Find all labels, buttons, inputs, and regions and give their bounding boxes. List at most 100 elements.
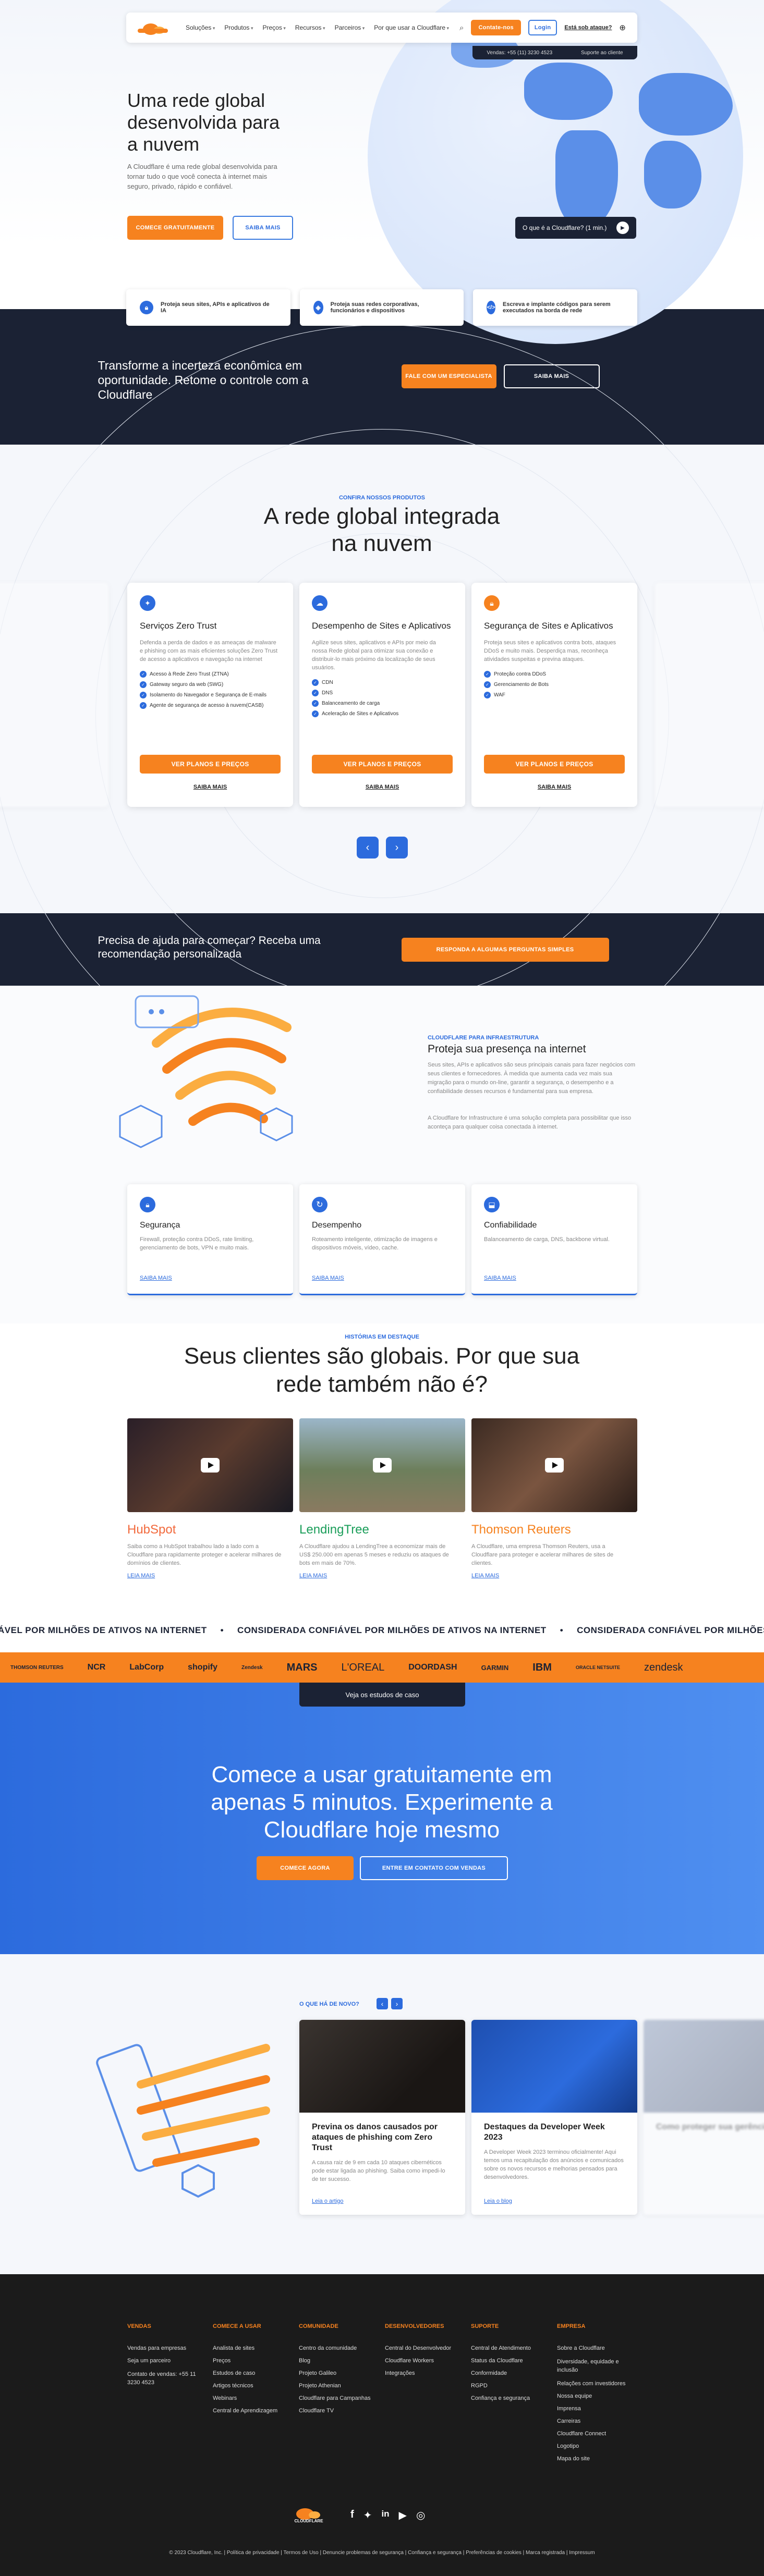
customer-read-more[interactable]: LEIA MAIS xyxy=(471,1573,499,1579)
footer-link[interactable]: Carreiras xyxy=(557,2418,635,2424)
login-button[interactable]: Login xyxy=(528,20,557,35)
footer-link[interactable]: Imprensa xyxy=(557,2406,635,2412)
footer-link[interactable]: Conformidade xyxy=(471,2370,549,2376)
feature-card[interactable]: ◈ Proteja suas redes corporativas, funcio… xyxy=(299,289,464,326)
footer-link[interactable]: Central do Desenvolvedor xyxy=(385,2345,463,2351)
news-desc: A causa raiz de 9 em cada 10 ataques cib… xyxy=(312,2160,445,2182)
nav-item-solutions[interactable]: Soluções xyxy=(186,24,215,31)
video-pill[interactable]: O que é a Cloudflare? (1 min.) ▶ xyxy=(515,217,636,239)
plans-pricing-button[interactable]: VER PLANOS E PREÇOS xyxy=(140,755,281,774)
support-link[interactable]: Suporte ao cliente xyxy=(581,50,623,56)
marquee-dot: • xyxy=(560,1625,564,1635)
footer-link[interactable]: Vendas para empresas xyxy=(127,2345,205,2351)
carousel-next-button[interactable]: › xyxy=(386,837,408,858)
case-studies-button[interactable]: Veja os estudos de caso xyxy=(299,1683,465,1707)
globe-language-icon[interactable]: ⊕ xyxy=(619,23,626,32)
footer-link[interactable]: Confiança e segurança xyxy=(471,2395,549,2401)
footer-logo[interactable]: CLOUDFLARE xyxy=(288,2507,330,2523)
footer-link[interactable]: Cloudflare TV xyxy=(299,2408,377,2414)
nav-item-partners[interactable]: Parceiros xyxy=(335,24,365,31)
footer-link[interactable]: Diversidade, equidade e inclusão xyxy=(557,2358,635,2374)
plans-pricing-button[interactable]: VER PLANOS E PREÇOS xyxy=(484,755,625,774)
contact-sales-button[interactable]: ENTRE EM CONTATO COM VENDAS xyxy=(360,1856,508,1880)
news-link[interactable]: Leia o blog xyxy=(484,2198,512,2204)
customer-read-more[interactable]: LEIA MAIS xyxy=(299,1573,327,1579)
footer-link[interactable]: Projeto Galileo xyxy=(299,2370,377,2376)
footer-col-title: VENDAS xyxy=(127,2323,151,2329)
customers-section: HISTÓRIAS EM DESTAQUE Seus clientes são … xyxy=(0,1323,764,1609)
infra-card-desc: Roteamento inteligente, otimização de im… xyxy=(312,1236,438,1251)
video-hubspot[interactable] xyxy=(127,1418,293,1512)
news-desc: A Developer Week 2023 terminou oficialme… xyxy=(484,2149,624,2180)
youtube-icon[interactable]: ▶ xyxy=(399,2509,407,2522)
footer-link[interactable]: Sobre a Cloudflare xyxy=(557,2345,635,2351)
marquee-text: CONSIDERADA CONFIÁVEL POR MILHÕES DE ATI… xyxy=(577,1625,764,1635)
footer-link[interactable]: Preços xyxy=(213,2358,291,2364)
video-thomson-reuters[interactable] xyxy=(471,1418,637,1512)
footer-link[interactable]: Seja um parceiro xyxy=(127,2358,205,2364)
infra-card-title: Confiabilidade xyxy=(484,1221,537,1230)
footer-link[interactable]: Relações com investidores xyxy=(557,2381,635,2387)
footer-link[interactable]: Integrações xyxy=(385,2370,463,2376)
nav-item-pricing[interactable]: Preços xyxy=(262,24,285,31)
news-link[interactable]: Leia o artigo xyxy=(312,2198,344,2204)
answer-questions-button[interactable]: RESPONDA A ALGUMAS PERGUNTAS SIMPLES xyxy=(401,938,609,962)
linkedin-icon[interactable]: in xyxy=(381,2509,389,2522)
footer-link[interactable]: Mapa do site xyxy=(557,2456,635,2462)
feature-card[interactable]: 🔒︎ Proteja seus sites, APIs e aplicativos… xyxy=(126,289,290,326)
customer-read-more[interactable]: LEIA MAIS xyxy=(127,1573,155,1579)
footer-link[interactable]: Webinars xyxy=(213,2395,291,2401)
footer-link[interactable]: Projeto Athenian xyxy=(299,2383,377,2389)
footer-link[interactable]: Status da Cloudflare xyxy=(471,2358,549,2364)
learn-more-link[interactable]: SAIBA MAIS xyxy=(299,784,465,790)
under-attack-link[interactable]: Está sob ataque? xyxy=(564,24,612,31)
footer-link[interactable]: Cloudflare Connect xyxy=(557,2431,635,2437)
feature-card[interactable]: </> Escreva e implante códigos para serem… xyxy=(473,289,638,326)
footer-link[interactable]: Central de Aprendizagem xyxy=(213,2408,291,2414)
news-prev-button[interactable]: ‹ xyxy=(377,1998,388,2009)
start-free-button[interactable]: COMECE GRATUITAMENTE xyxy=(127,216,223,240)
facebook-icon[interactable]: f xyxy=(350,2509,354,2522)
video-lendingtree[interactable] xyxy=(299,1418,465,1512)
footer-link[interactable]: Cloudflare para Campanhas xyxy=(299,2395,377,2401)
nav-item-why[interactable]: Por que usar a Cloudflare xyxy=(374,24,449,31)
footer-link[interactable]: Nossa equipe xyxy=(557,2393,635,2399)
play-icon xyxy=(545,1458,564,1473)
infra-card-link[interactable]: SAIBA MAIS xyxy=(140,1275,172,1281)
footer-link[interactable]: Logotipo xyxy=(557,2443,635,2449)
contact-button[interactable]: Contate-nos xyxy=(471,20,521,35)
customers-title: Seus clientes são globais. Por que sua r… xyxy=(184,1343,580,1397)
sales-phone[interactable]: Vendas: +55 (11) 3230 4523 xyxy=(487,50,552,56)
plans-pricing-button[interactable]: VER PLANOS E PREÇOS xyxy=(312,755,453,774)
infra-card-link[interactable]: SAIBA MAIS xyxy=(484,1275,516,1281)
product-feature: Aceleração de Sites e Aplicativos xyxy=(312,710,453,717)
footer-link[interactable]: Estudos de caso xyxy=(213,2370,291,2376)
nav-item-resources[interactable]: Recursos xyxy=(295,24,325,31)
nav-item-products[interactable]: Produtos xyxy=(224,24,253,31)
infra-card-link[interactable]: SAIBA MAIS xyxy=(312,1275,344,1281)
shield-icon: ◈ xyxy=(313,301,323,314)
instagram-icon[interactable]: ◎ xyxy=(416,2509,425,2522)
learn-more-link[interactable]: SAIBA MAIS xyxy=(127,784,293,790)
footer-link[interactable]: Artigos técnicos xyxy=(213,2383,291,2389)
learn-more-link[interactable]: SAIBA MAIS xyxy=(471,784,637,790)
footer-link[interactable]: Cloudflare Workers xyxy=(385,2358,463,2364)
footer-col: COMUNIDADE Centro da comunidade Blog Pro… xyxy=(299,2323,377,2420)
hero-learn-more-button[interactable]: SAIBA MAIS xyxy=(233,216,293,240)
footer-link[interactable]: Centro da comunidade xyxy=(299,2345,377,2351)
logo-mars: MARS xyxy=(286,1661,318,1673)
platform-title: A rede global integrada na nuvem xyxy=(263,504,500,556)
footer-link[interactable]: Central de Atendimento xyxy=(471,2345,549,2351)
footer-link[interactable]: Blog xyxy=(299,2358,377,2364)
start-now-button[interactable]: COMECE AGORA xyxy=(257,1856,354,1880)
search-icon[interactable]: ⌕ xyxy=(459,23,464,32)
carousel-prev-button[interactable]: ‹ xyxy=(357,837,379,858)
footer-col-title: DESENVOLVEDORES xyxy=(385,2323,444,2329)
news-next-button[interactable]: › xyxy=(391,1998,403,2009)
product-feature: Gateway seguro da web (SWG) xyxy=(140,681,281,688)
footer-link[interactable]: RGPD xyxy=(471,2383,549,2389)
footer-link[interactable]: Contato de vendas: +55 11 3230 4523 xyxy=(127,2370,205,2387)
cloudflare-logo[interactable] xyxy=(138,21,168,35)
twitter-icon[interactable]: ✦ xyxy=(363,2509,372,2522)
footer-link[interactable]: Analista de sites xyxy=(213,2345,291,2351)
